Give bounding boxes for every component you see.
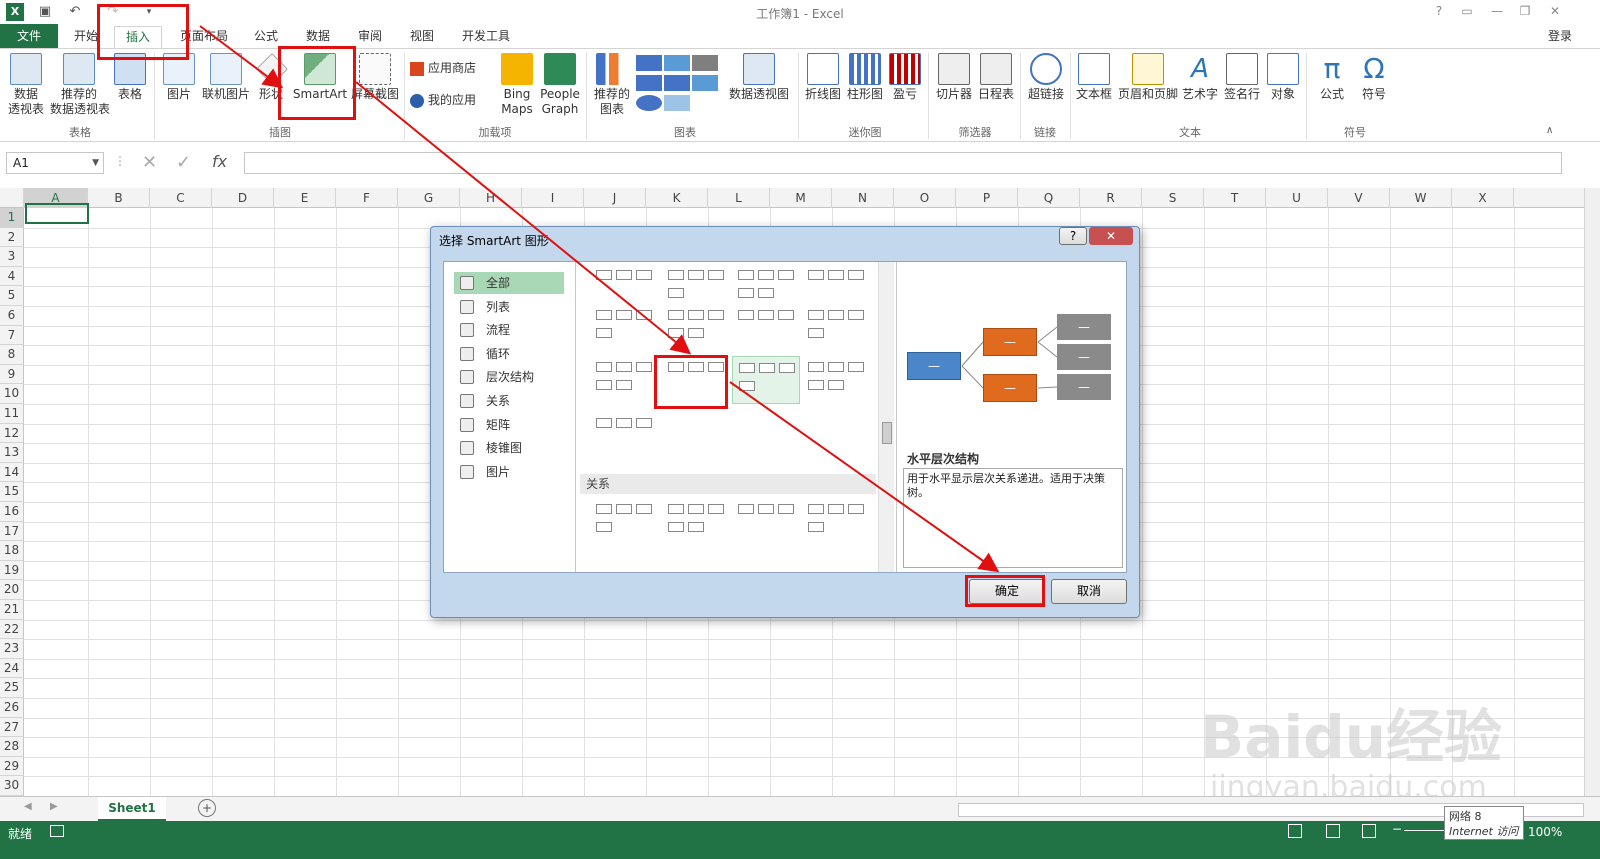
- macro-record-icon[interactable]: [50, 825, 64, 837]
- network-tooltip: 网络 8 Internet 访问: [1444, 806, 1524, 840]
- arrow-insert-to-smartart: [199, 25, 284, 89]
- sheet-tab-sheet1[interactable]: Sheet1: [98, 797, 166, 821]
- arrow-layout-to-ok: [729, 381, 1000, 573]
- sheet-tab-bar: ◀ ▶ Sheet1 +: [0, 796, 1600, 821]
- sheet-next-icon[interactable]: ▶: [50, 801, 58, 812]
- page-break-view-icon[interactable]: [1362, 824, 1376, 838]
- zoom-level[interactable]: 100%: [1528, 825, 1562, 839]
- sheet-prev-icon[interactable]: ◀: [24, 801, 32, 812]
- tooltip-line1: 网络 8: [1449, 810, 1482, 823]
- add-sheet-icon[interactable]: +: [198, 799, 216, 817]
- normal-view-icon[interactable]: [1288, 824, 1302, 838]
- arrow-smartart-to-layout: [355, 81, 692, 355]
- page-layout-view-icon[interactable]: [1326, 824, 1340, 838]
- zoom-out-icon[interactable]: −: [1392, 822, 1402, 836]
- annotation-arrows: [199, 25, 1000, 573]
- status-ready: 就绪: [8, 827, 33, 841]
- tooltip-line2: Internet 访问: [1449, 825, 1519, 838]
- status-bar: 就绪 − 100%: [0, 821, 1600, 859]
